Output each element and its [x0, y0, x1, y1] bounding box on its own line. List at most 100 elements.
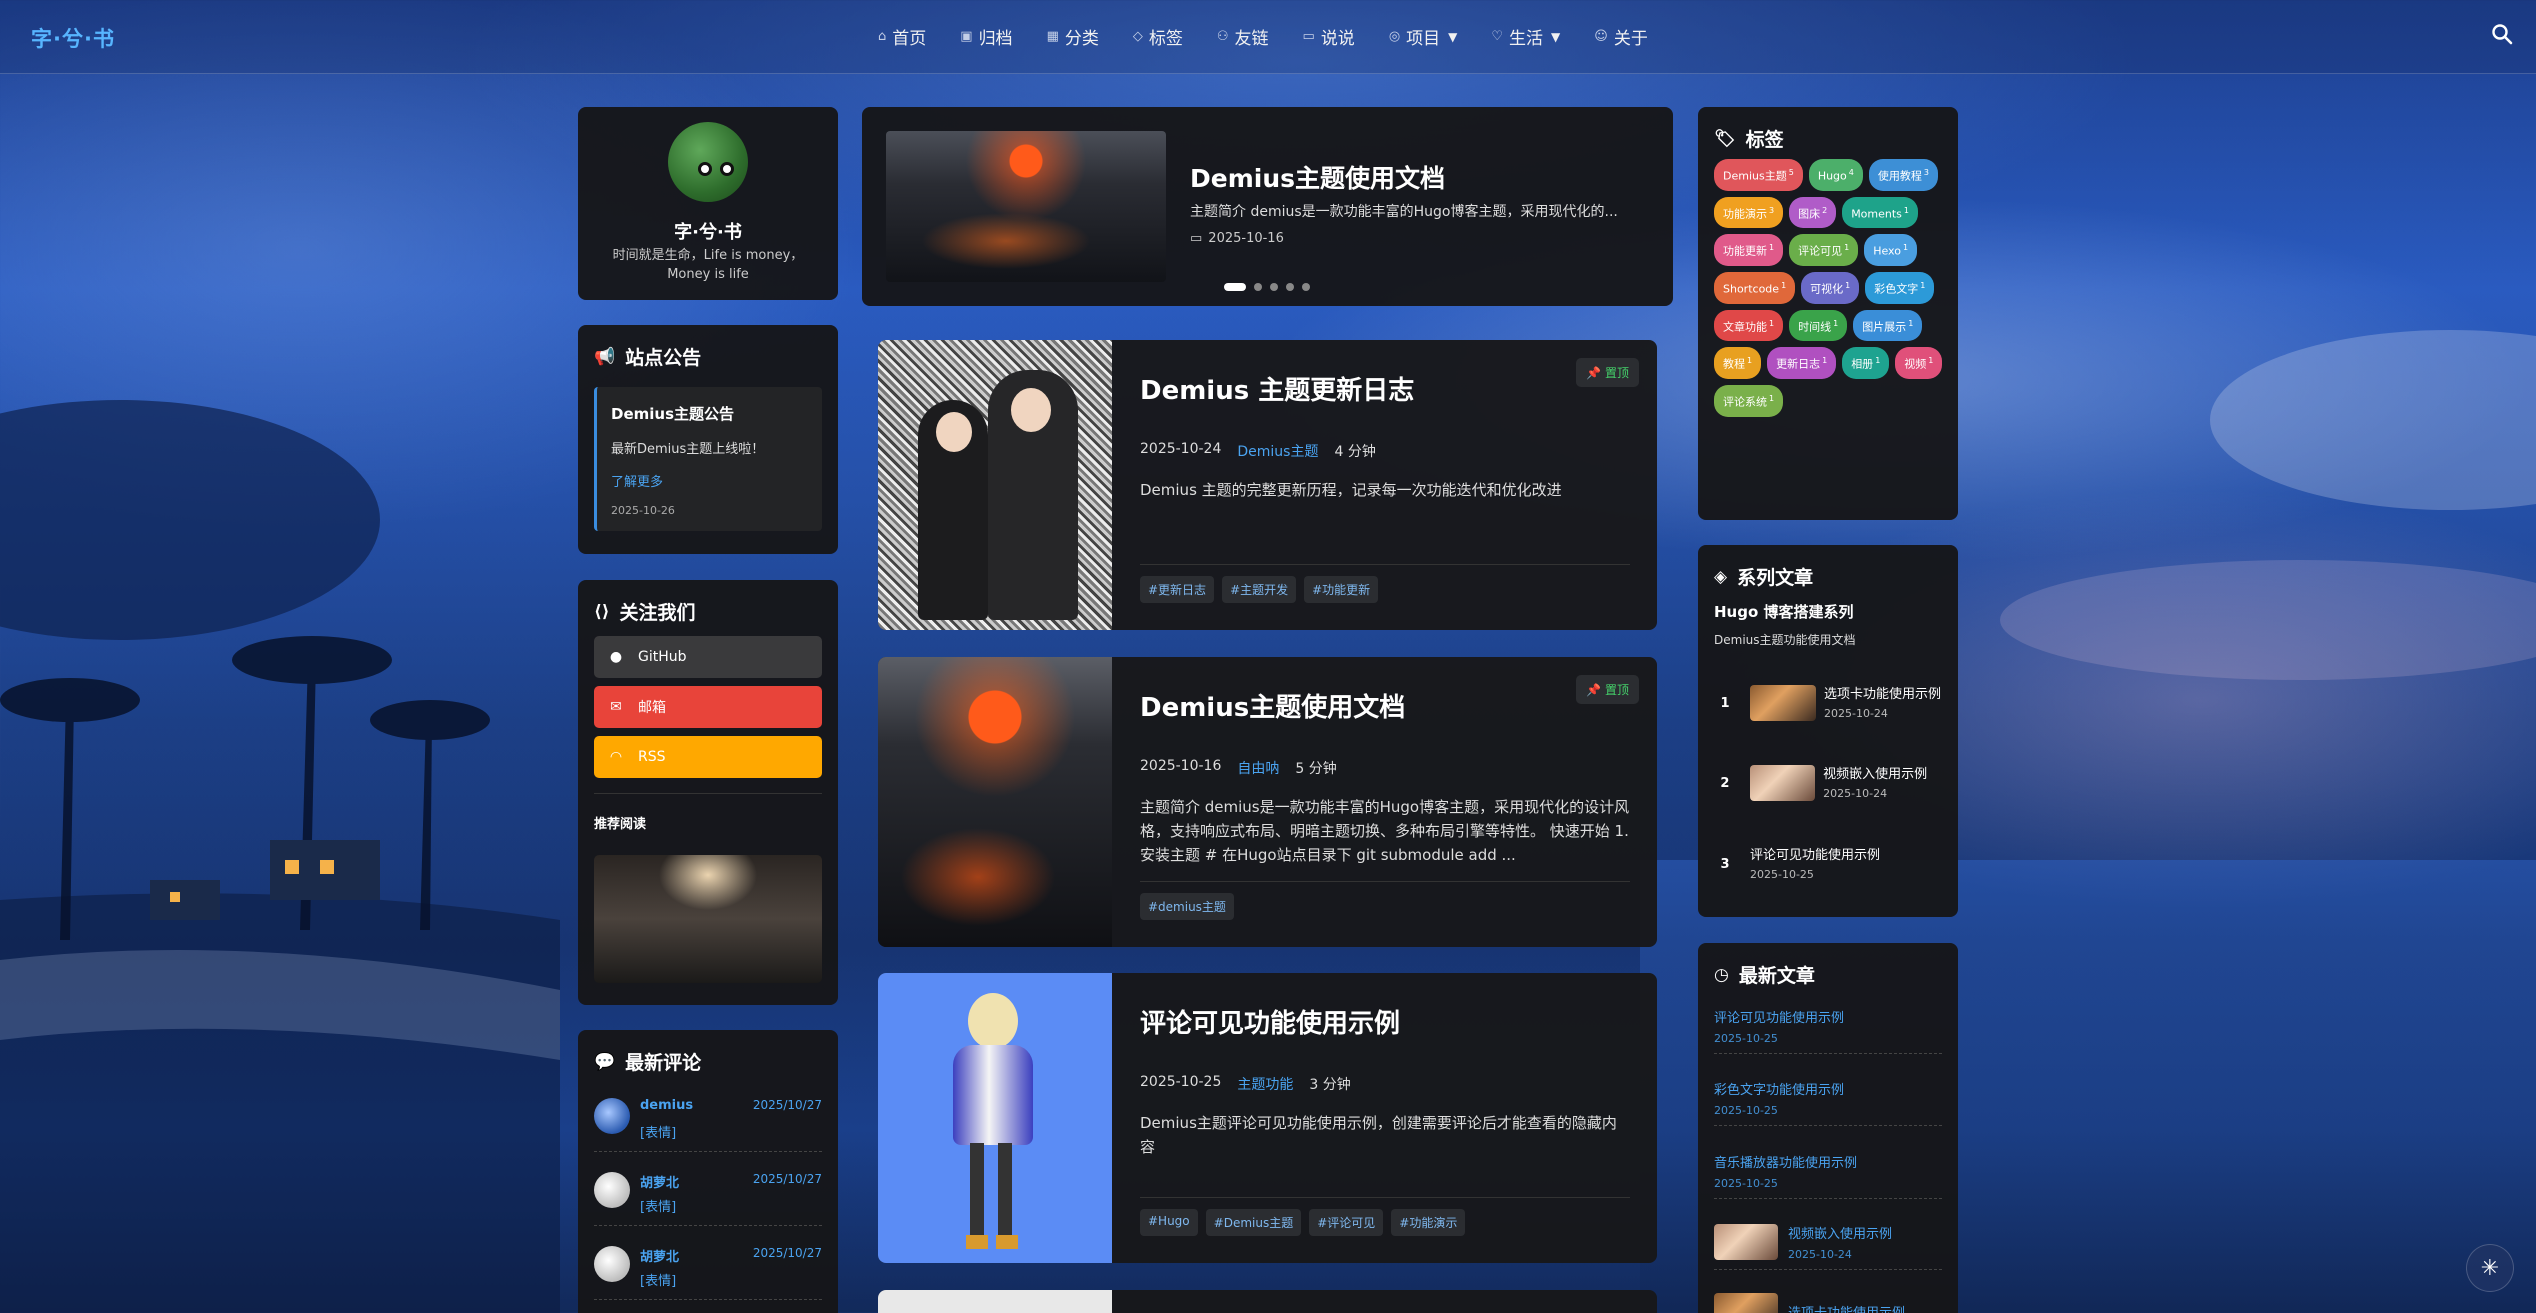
- tag-chip[interactable]: 评论系统 1: [1714, 384, 1784, 417]
- tag-chip[interactable]: 文章功能 1: [1714, 309, 1784, 342]
- post-card[interactable]: 评论可见功能使用示例 2025-10-25 主题功能 3 分钟 Demius主题…: [878, 973, 1657, 1263]
- nav-life[interactable]: ♡ 生活 ▼: [1491, 24, 1560, 49]
- tag-chip[interactable]: 图片展示 1: [1853, 309, 1923, 342]
- post-tag[interactable]: #主题开发: [1222, 576, 1297, 603]
- nav-about[interactable]: ☺ 关于: [1594, 24, 1648, 49]
- tag-chip[interactable]: 功能演示 3: [1714, 196, 1784, 229]
- tag-chip[interactable]: Shortcode 1: [1714, 271, 1796, 304]
- tag-chip[interactable]: 可视化 1: [1801, 271, 1860, 304]
- recent-item[interactable]: 音乐播放器功能使用示例 2025-10-25: [1714, 1152, 1942, 1199]
- post-tag[interactable]: #评论可见: [1309, 1209, 1384, 1236]
- post-tag[interactable]: #更新日志: [1140, 576, 1215, 603]
- series-name[interactable]: Hugo 博客搭建系列: [1714, 601, 1854, 622]
- post-thumbnail[interactable]: [878, 340, 1112, 630]
- rss-button[interactable]: ◠ RSS: [594, 736, 822, 778]
- tag-chip[interactable]: 相册 1: [1842, 347, 1890, 379]
- post-title[interactable]: Demius 主题更新日志: [1140, 370, 1414, 407]
- tag-chip[interactable]: Hexo 1: [1864, 234, 1918, 266]
- tag-chip[interactable]: 教程 1: [1714, 347, 1762, 379]
- comment-author[interactable]: 胡萝北: [640, 1172, 679, 1191]
- figure-jacket: [953, 1045, 1033, 1145]
- post-card[interactable]: 📌 置顶 Demius主题使用文档 2025-10-16 自由呐 5 分钟 主题…: [878, 657, 1657, 947]
- recent-item[interactable]: 彩色文字功能使用示例 2025-10-25: [1714, 1079, 1942, 1126]
- nav-categories[interactable]: ▦ 分类: [1047, 24, 1099, 49]
- post-title[interactable]: Demius主题使用文档: [1140, 687, 1405, 724]
- carousel-dot[interactable]: [1286, 283, 1294, 291]
- post-card-partial[interactable]: [878, 1290, 1657, 1313]
- comment-date: 2025/10/27: [752, 1098, 822, 1112]
- top-navbar: 字·兮·书 ⌂ 首页 ▣ 归档 ▦ 分类 ◇ 标签 ⚇ 友链 ▭ 说说 ◎ 项目 ▼ ♡ 生活 ▼ …: [0, 0, 2536, 74]
- featured-title[interactable]: Demius主题使用文档: [1190, 159, 1445, 195]
- carousel-dot[interactable]: [1270, 283, 1278, 291]
- tag-chip-count: 1: [1822, 356, 1828, 366]
- series-item[interactable]: 2 视频嵌入使用示例 2025-10-24: [1714, 765, 1946, 801]
- post-category[interactable]: 自由呐: [1237, 758, 1279, 778]
- divider: [1140, 881, 1630, 882]
- nav-friends[interactable]: ⚇ 友链: [1217, 24, 1269, 49]
- carousel-dot-active[interactable]: [1224, 283, 1246, 291]
- post-title[interactable]: 评论可见功能使用示例: [1140, 1003, 1400, 1040]
- tag-chip[interactable]: 更新日志 1: [1767, 347, 1837, 379]
- post-tag[interactable]: #Demius主题: [1205, 1209, 1302, 1236]
- comments-title: 💬 最新评论: [594, 1048, 701, 1075]
- post-tag[interactable]: #Hugo: [1140, 1209, 1198, 1236]
- email-button[interactable]: ✉ 邮箱: [594, 686, 822, 728]
- recent-item[interactable]: 选项卡功能使用示例: [1714, 1293, 1942, 1313]
- tag-chip-count: 1: [1920, 280, 1926, 290]
- series-thumb: [1749, 765, 1816, 801]
- post-thumbnail[interactable]: [878, 657, 1112, 947]
- notice-more-link[interactable]: 了解更多: [611, 471, 808, 490]
- post-date: 2025-10-24: [1140, 441, 1222, 457]
- tag-chip[interactable]: 视频 1: [1895, 347, 1943, 379]
- settings-fab[interactable]: ✳: [2466, 1244, 2514, 1292]
- tag-chip[interactable]: Hugo 4: [1808, 159, 1863, 191]
- email-label: 邮箱: [638, 700, 666, 716]
- tag-chip-count: 1: [1845, 280, 1851, 290]
- nav-about-label: 关于: [1613, 29, 1648, 49]
- recent-item[interactable]: 评论可见功能使用示例 2025-10-25: [1714, 1007, 1942, 1054]
- tag-chip[interactable]: 使用教程 3: [1868, 159, 1938, 191]
- tag-chip[interactable]: Moments 1: [1842, 196, 1919, 229]
- post-category[interactable]: 主题功能: [1237, 1074, 1293, 1094]
- comment-item[interactable]: 胡萝北 2025/10/27 [表情]: [594, 1240, 822, 1300]
- post-thumbnail[interactable]: [878, 973, 1112, 1263]
- nav-moments[interactable]: ▭ 说说: [1303, 24, 1355, 49]
- recent-item[interactable]: 视频嵌入使用示例 2025-10-24: [1714, 1223, 1942, 1270]
- tag-chip[interactable]: 功能更新 1: [1714, 234, 1784, 266]
- nav-home[interactable]: ⌂ 首页: [878, 24, 926, 49]
- tag-chip[interactable]: 图床 2: [1789, 196, 1837, 229]
- post-tag[interactable]: #功能更新: [1304, 576, 1379, 603]
- site-brand[interactable]: 字·兮·书: [31, 23, 115, 53]
- tag-chip[interactable]: 彩色文字 1: [1865, 271, 1935, 304]
- series-item[interactable]: 1 选项卡功能使用示例 2025-10-24: [1714, 685, 1946, 721]
- comment-avatar: [594, 1098, 630, 1134]
- search-icon[interactable]: [2490, 22, 2514, 46]
- tag-chip-label: 可视化: [1810, 282, 1844, 296]
- series-item[interactable]: 3 评论可见功能使用示例 2025-10-25: [1714, 847, 1946, 881]
- comment-item[interactable]: 胡萝北 2025/10/27 [表情]: [594, 1166, 822, 1226]
- comment-avatar: [594, 1246, 630, 1282]
- post-tag[interactable]: #demius主题: [1140, 893, 1234, 920]
- post-category[interactable]: Demius主题: [1237, 441, 1318, 461]
- comment-author[interactable]: 胡萝北: [640, 1246, 679, 1265]
- carousel-dot[interactable]: [1254, 283, 1262, 291]
- tag-chip[interactable]: 时间线 1: [1789, 309, 1848, 342]
- github-button[interactable]: ● GitHub: [594, 636, 822, 678]
- tag-chip[interactable]: 评论可见 1: [1789, 234, 1859, 266]
- nav-tags[interactable]: ◇ 标签: [1133, 24, 1183, 49]
- nav-projects[interactable]: ◎ 项目 ▼: [1389, 24, 1458, 49]
- comment-author[interactable]: demius: [640, 1098, 693, 1113]
- post-tag[interactable]: #功能演示: [1391, 1209, 1466, 1236]
- recommend-image[interactable]: [594, 855, 822, 983]
- post-card[interactable]: 📌 置顶 Demius 主题更新日志 2025-10-24 Demius主题 4…: [878, 340, 1657, 630]
- chevron-down-icon: ▼: [1551, 29, 1561, 44]
- follow-title: ⟨⟩ 关注我们: [594, 598, 696, 625]
- tag-chip-label: 教程: [1723, 357, 1745, 371]
- nav-archive[interactable]: ▣ 归档: [960, 24, 1012, 49]
- avatar[interactable]: [668, 122, 748, 202]
- carousel-dot[interactable]: [1302, 283, 1310, 291]
- featured-image[interactable]: [886, 131, 1166, 282]
- comment-avatar: [594, 1172, 630, 1208]
- comment-item[interactable]: demius 2025/10/27 [表情]: [594, 1092, 822, 1152]
- tag-chip[interactable]: Demius主题 5: [1714, 159, 1803, 191]
